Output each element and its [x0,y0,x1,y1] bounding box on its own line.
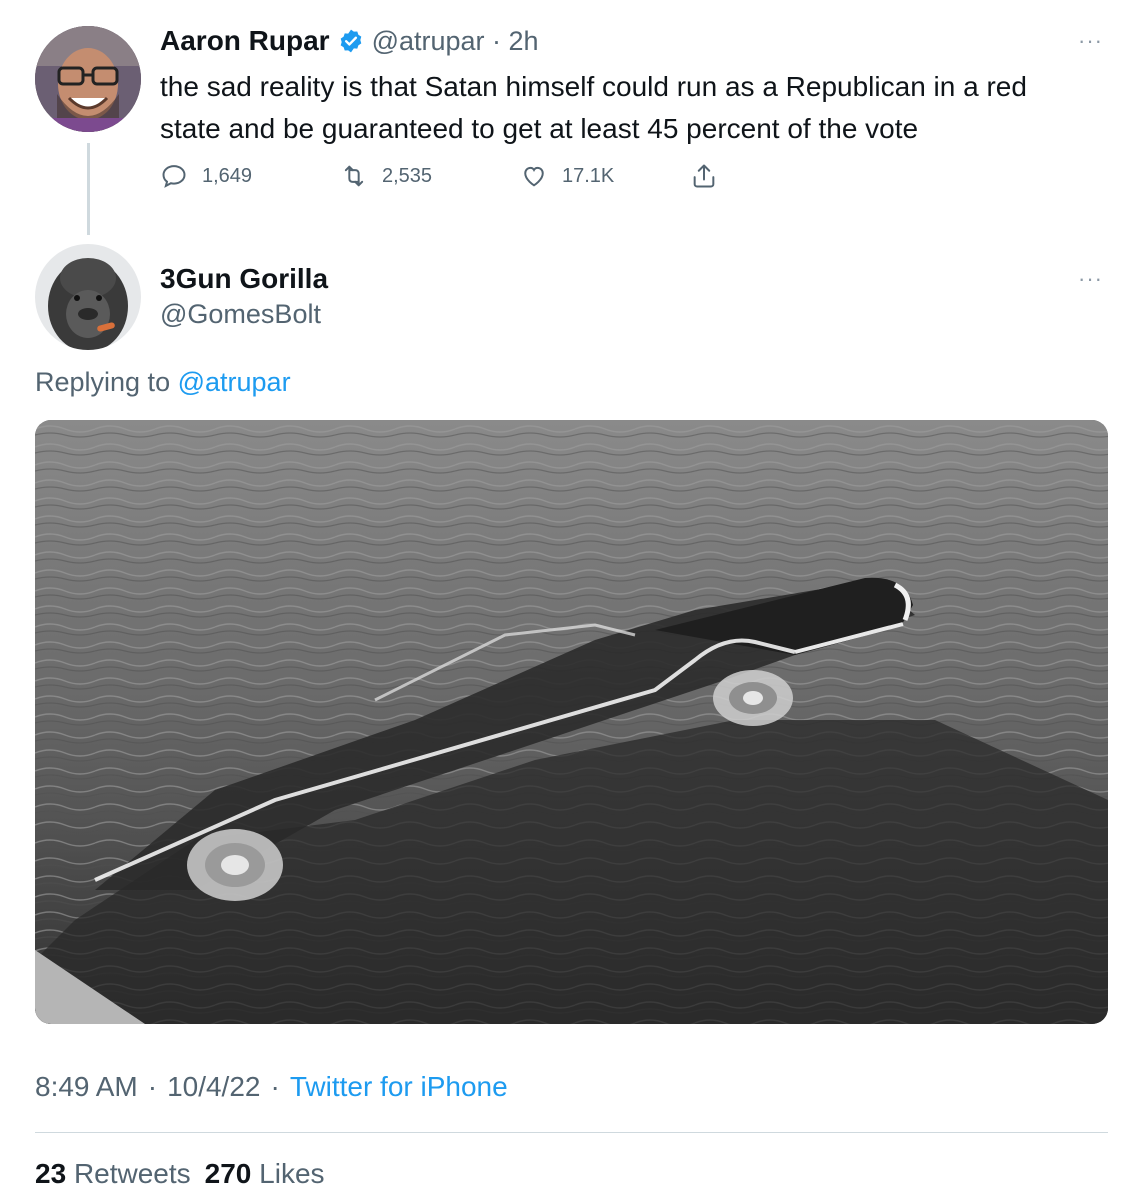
replying-to-label: Replying to [35,367,171,397]
parent-tweet-actions: 1,649 2,535 17.1K [160,161,718,191]
retweets-stat[interactable]: 23 Retweets [35,1158,191,1190]
avatar-aaron-rupar[interactable] [35,26,141,132]
replying-to-line: Replying to @atrupar [35,367,291,398]
share-button[interactable] [690,162,718,190]
separator-dot: · [270,1071,280,1102]
likes-label: Likes [259,1158,325,1189]
tweet-time[interactable]: 8:49 AM [35,1071,138,1103]
heart-icon [524,166,544,187]
reply-count: 1,649 [202,164,253,187]
tweet-text-line: the sad reality is that Satan himself co… [160,71,1027,102]
engagement-stats: 23 Retweets 270 Likes [35,1158,325,1190]
tweet-media-image[interactable] [35,420,1108,1024]
like-button[interactable]: 17.1K [520,162,690,190]
share-icon [693,164,715,188]
reply-author-handle[interactable]: @GomesBolt [160,299,321,330]
avatar-image [35,26,141,132]
more-options-icon[interactable]: ··· [1078,28,1103,54]
retweets-count: 23 [35,1158,67,1189]
separator-dot: · [147,1071,158,1102]
tweet-date[interactable]: 10/4/22 [167,1071,260,1103]
reply-button[interactable]: 1,649 [160,162,340,190]
tweet-source-link[interactable]: Twitter for iPhone [290,1071,508,1103]
retweet-icon [344,165,364,187]
retweet-button[interactable]: 2,535 [340,162,520,190]
tweet-text-line: state and be guaranteed to get at least … [160,113,919,144]
parent-tweet-header: Aaron Rupar @atrupar · 2h [160,24,539,58]
handle-and-time: @atrupar · 2h [371,25,539,56]
like-count: 17.1K [562,164,615,187]
more-options-icon[interactable]: ··· [1078,266,1103,292]
tweet-timestamp-line: 8:49 AM · 10/4/22 · Twitter for iPhone [35,1071,508,1103]
retweets-label: Retweets [73,1158,191,1189]
author-name[interactable]: Aaron Rupar [160,25,330,57]
parent-tweet-text: the sad reality is that Satan himself co… [160,66,1120,150]
likes-count: 270 [204,1158,252,1189]
verified-badge-icon [338,28,364,54]
reply-author-name[interactable]: 3Gun Gorilla [160,263,328,295]
submerged-car-photo [35,420,1108,1024]
avatar-3gun-gorilla[interactable] [35,244,141,350]
retweet-count: 2,535 [382,164,433,187]
reply-icon [162,165,186,188]
likes-stat[interactable]: 270 Likes [205,1158,325,1190]
thread-connector-line [87,143,90,235]
replying-to-handle-link[interactable]: @atrupar [178,367,291,397]
avatar-image [35,244,141,350]
divider [35,1132,1108,1133]
